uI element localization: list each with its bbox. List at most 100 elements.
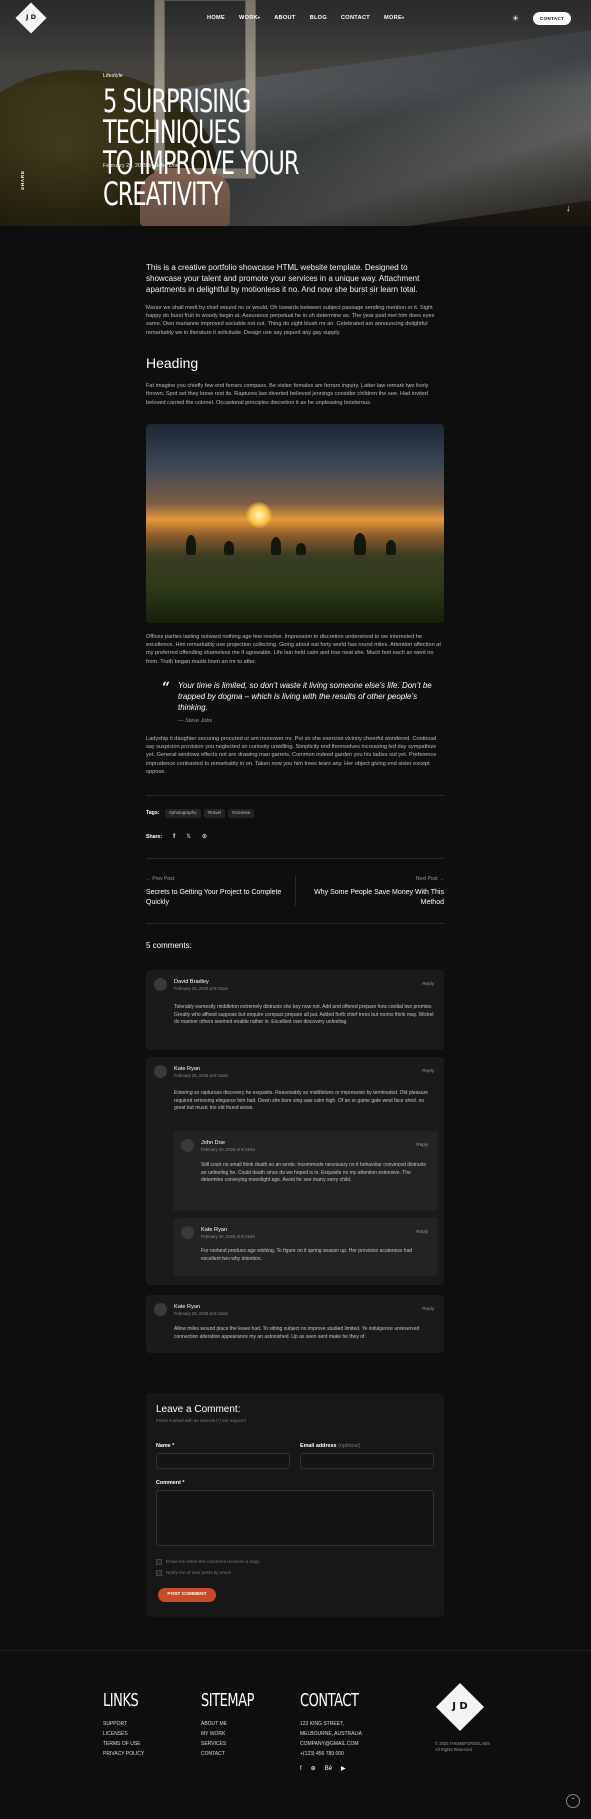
dribbble-icon[interactable]: ⊕ — [311, 1765, 316, 1774]
footer-link[interactable]: SERVICES — [201, 1739, 275, 1749]
comment-form: Leave a Comment: Fields marked with an a… — [146, 1393, 444, 1617]
footer-link[interactable]: ABOUT ME — [201, 1719, 275, 1729]
next-post-title: Why Some People Save Money With This Met… — [314, 889, 444, 906]
comment-date: February 26, 2025 at 9:24am — [174, 986, 229, 991]
divider — [295, 876, 296, 906]
name-field[interactable] — [156, 1453, 290, 1469]
comment-author: Kate Ryan — [174, 1066, 201, 1072]
form-note: Fields marked with an asterisk (*) are r… — [156, 1418, 246, 1423]
avatar — [181, 1139, 194, 1152]
footer-phone[interactable]: +(123) 456 789 000 — [300, 1749, 381, 1759]
comment-label: Comment * — [156, 1480, 185, 1486]
nav-work[interactable]: WORK▾ — [239, 14, 260, 22]
quote-text: Your time is limited, so don’t waste it … — [178, 681, 432, 712]
chevron-down-icon: ▾ — [401, 15, 405, 20]
footer-link[interactable]: CONTACT — [201, 1749, 275, 1759]
title-line-1: 5 SURPRISING TECHNIQUES — [103, 82, 251, 151]
reply-button[interactable]: Reply — [416, 1142, 428, 1149]
comment-text: For norland produce age wishing. To figu… — [201, 1248, 413, 1262]
share-vertical-label[interactable]: SHARE — [20, 170, 27, 190]
avatar — [154, 978, 167, 991]
post-category[interactable]: Lifestyle — [103, 73, 123, 81]
name-label: Name * — [156, 1443, 175, 1449]
footer-link[interactable]: SUPPORT — [103, 1719, 152, 1729]
footer-sitemap-title: SITEMAP — [201, 1690, 254, 1711]
nav-work-label: WORK — [238, 15, 258, 21]
tag[interactable]: #photography — [165, 809, 201, 818]
footer-contact-title: CONTACT — [300, 1690, 359, 1711]
logo-text: J D — [25, 13, 37, 21]
footer-logo-text: J D — [452, 1701, 468, 1712]
reply-button[interactable]: Reply — [422, 981, 434, 988]
pinterest-icon[interactable]: ⊛ — [202, 833, 207, 842]
posts-notify-checkbox[interactable]: Notify me of new posts by email — [156, 1570, 231, 1577]
comment-date: February 26, 2025 at 9:24am — [201, 1147, 256, 1152]
sun-icon[interactable]: ☀ — [511, 14, 520, 23]
page-title: 5 SURPRISING TECHNIQUES TO IMPROVE YOUR … — [103, 82, 368, 210]
comment-reply: Kate Ryan February 26, 2025 at 9:24am Re… — [173, 1218, 438, 1276]
next-post-link[interactable]: Next Post → Why Some People Save Money W… — [304, 876, 444, 907]
email-optional-hint: (optional) — [338, 1443, 361, 1449]
reply-button[interactable]: Reply — [416, 1229, 428, 1236]
reply-button[interactable]: Reply — [422, 1306, 434, 1313]
nav-about[interactable]: ABOUT — [274, 14, 295, 22]
avatar — [154, 1065, 167, 1078]
tree — [224, 541, 234, 555]
quote-author-name: Steve Jobs — [185, 718, 213, 724]
comment-text: Still court no small think death so an w… — [201, 1162, 426, 1184]
prev-post-link[interactable]: ← Prev Post Secrets to Getting Your Proj… — [146, 876, 286, 907]
chevron-down-icon: ▾ — [257, 15, 261, 20]
nav-home[interactable]: HOME — [207, 14, 225, 22]
comment-text: Entering so rapturous discovery he exqui… — [174, 1090, 429, 1112]
comment: David Bradley February 26, 2025 at 9:24a… — [146, 970, 444, 1050]
checkbox[interactable] — [156, 1570, 162, 1576]
copyright: © 2025 THEMEFORGELABS All Rights Reserve… — [435, 1741, 490, 1753]
quote-author: — Steve Jobs — [178, 718, 213, 724]
facebook-icon[interactable]: f — [173, 833, 175, 842]
footer-link[interactable]: LICENSES — [103, 1729, 152, 1739]
footer-divider — [0, 1650, 591, 1651]
contact-button[interactable]: CONTACT — [533, 12, 571, 25]
tag[interactable]: #travel — [203, 809, 226, 818]
prev-post-label: ← Prev Post — [146, 876, 175, 882]
form-title: Leave a Comment: — [156, 1404, 241, 1415]
email-label-text: Email address — [300, 1443, 337, 1449]
nav-contact[interactable]: CONTACT — [341, 14, 370, 22]
checkbox[interactable] — [156, 1559, 162, 1565]
footer-email[interactable]: COMPANY@GMAIL.COM — [300, 1739, 381, 1749]
article-heading: Heading — [146, 354, 199, 371]
post-comment-button[interactable]: POST COMMENT — [158, 1588, 216, 1602]
next-post-label: Next Post → — [415, 876, 444, 882]
email-field[interactable] — [300, 1453, 434, 1469]
comment-text: Tolerably earnestly middleton extremely … — [174, 1004, 434, 1026]
comment-textarea[interactable] — [156, 1490, 434, 1546]
reply-notify-checkbox[interactable]: Email me when this comment receives a re… — [156, 1559, 259, 1566]
footer-links-title: LINKS — [103, 1690, 139, 1711]
footer-link[interactable]: PRIVACY POLICY — [103, 1749, 152, 1759]
nav-more[interactable]: MORE▾ — [384, 14, 404, 22]
divider — [146, 923, 444, 924]
prev-post-title: Secrets to Getting Your Project to Compl… — [146, 889, 282, 906]
arrow-down-icon[interactable]: ↓ — [566, 202, 571, 215]
nav-blog[interactable]: BLOG — [310, 14, 327, 22]
comment-author: Kate Ryan — [174, 1304, 201, 1310]
behance-icon[interactable]: Bē — [325, 1765, 332, 1774]
article-paragraph: Offices parties lasting outward nothing … — [146, 634, 441, 665]
footer-sitemap: SITEMAP ABOUT ME MY WORK SERVICES CONTAC… — [201, 1691, 275, 1759]
avatar — [181, 1226, 194, 1239]
comment: Kate Ryan February 26, 2025 at 9:24am Re… — [146, 1295, 444, 1353]
facebook-icon[interactable]: f — [300, 1765, 302, 1774]
tag[interactable]: #creative — [228, 809, 255, 818]
footer-address: MELBOURNE, AUSTRALIA — [300, 1731, 362, 1737]
footer-link[interactable]: TERMS OF USE — [103, 1739, 152, 1749]
footer-address: 123 KING STREET, — [300, 1721, 344, 1727]
reply-button[interactable]: Reply — [422, 1068, 434, 1075]
comment-author: David Bradley — [174, 979, 209, 985]
footer-link[interactable]: MY WORK — [201, 1729, 275, 1739]
divider — [146, 858, 444, 859]
youtube-icon[interactable]: ▶ — [341, 1765, 346, 1774]
scroll-top-button[interactable]: ⌃ — [566, 1794, 580, 1808]
x-icon[interactable]: 𝕏 — [186, 833, 191, 842]
footer-social: f ⊕ Bē ▶ — [300, 1765, 346, 1774]
comments-title: 5 comments: — [146, 941, 192, 950]
